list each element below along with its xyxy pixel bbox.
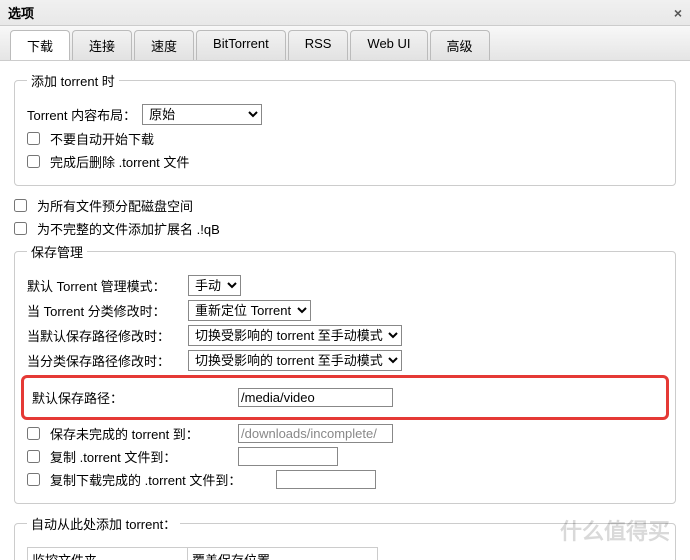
copy-finished-input [276, 470, 376, 489]
delete-torrent-checkbox[interactable] [27, 155, 40, 168]
tab-advanced[interactable]: 高级 [430, 30, 490, 60]
fieldset-auto-add: 自动从此处添加 torrent： 监控文件夹 覆盖保存位置 默认保存位置 [14, 514, 676, 560]
legend-add-torrent: 添加 torrent 时 [27, 71, 119, 90]
copy-torrent-input [238, 447, 338, 466]
content-area: 添加 torrent 时 Torrent 内容布局： 原始 不要自动开始下载 完… [0, 60, 690, 560]
tab-webui[interactable]: Web UI [350, 30, 427, 60]
tab-bittorrent[interactable]: BitTorrent [196, 30, 286, 60]
preallocate-label: 为所有文件预分配磁盘空间 [37, 196, 193, 215]
default-save-path-label: 默认保存路径： [32, 388, 232, 407]
tab-bar: 下载 连接 速度 BitTorrent RSS Web UI 高级 [0, 26, 690, 60]
fieldset-save-manage: 保存管理 默认 Torrent 管理模式： 手动 当 Torrent 分类修改时… [14, 242, 676, 504]
default-mgmt-label: 默认 Torrent 管理模式： [27, 276, 182, 295]
col-monitor: 监控文件夹 [28, 548, 188, 560]
category-changed-label: 当 Torrent 分类修改时： [27, 301, 182, 320]
copy-torrent-label: 复制 .torrent 文件到： [50, 447, 232, 466]
content-layout-select[interactable]: 原始 [142, 104, 262, 125]
legend-auto-add: 自动从此处添加 torrent： [27, 514, 180, 533]
tab-rss[interactable]: RSS [288, 30, 349, 60]
copy-torrent-checkbox[interactable] [27, 450, 40, 463]
auto-add-table: 监控文件夹 覆盖保存位置 默认保存位置 [27, 547, 378, 560]
copy-finished-checkbox[interactable] [27, 473, 40, 486]
content-layout-label: Torrent 内容布局： [27, 105, 136, 124]
window-title: 选项 [8, 3, 34, 22]
copy-finished-label: 复制下载完成的 .torrent 文件到： [50, 470, 270, 489]
dont-auto-start-checkbox[interactable] [27, 132, 40, 145]
append-ext-checkbox[interactable] [14, 222, 27, 235]
category-changed-select[interactable]: 重新定位 Torrent [188, 300, 311, 321]
category-path-changed-select[interactable]: 切换受影响的 torrent 至手动模式 [188, 350, 402, 371]
tab-download[interactable]: 下载 [10, 30, 70, 60]
save-incomplete-input [238, 424, 393, 443]
tab-connection[interactable]: 连接 [72, 30, 132, 60]
default-mgmt-select[interactable]: 手动 [188, 275, 241, 296]
tab-speed[interactable]: 速度 [134, 30, 194, 60]
save-incomplete-label: 保存未完成的 torrent 到： [50, 424, 232, 443]
preallocate-checkbox[interactable] [14, 199, 27, 212]
fieldset-add-torrent: 添加 torrent 时 Torrent 内容布局： 原始 不要自动开始下载 完… [14, 71, 676, 186]
dont-auto-start-label: 不要自动开始下载 [50, 129, 154, 148]
close-icon[interactable]: × [674, 5, 682, 21]
delete-torrent-label: 完成后删除 .torrent 文件 [50, 152, 189, 171]
default-path-changed-label: 当默认保存路径修改时： [27, 326, 182, 345]
default-path-changed-select[interactable]: 切换受影响的 torrent 至手动模式 [188, 325, 402, 346]
default-save-path-input[interactable] [238, 388, 393, 407]
col-override: 覆盖保存位置 [188, 548, 378, 560]
append-ext-label: 为不完整的文件添加扩展名 .!qB [37, 219, 220, 238]
default-save-path-highlight: 默认保存路径： [21, 375, 669, 420]
save-incomplete-checkbox[interactable] [27, 427, 40, 440]
category-path-changed-label: 当分类保存路径修改时： [27, 351, 182, 370]
legend-save-manage: 保存管理 [27, 242, 87, 261]
